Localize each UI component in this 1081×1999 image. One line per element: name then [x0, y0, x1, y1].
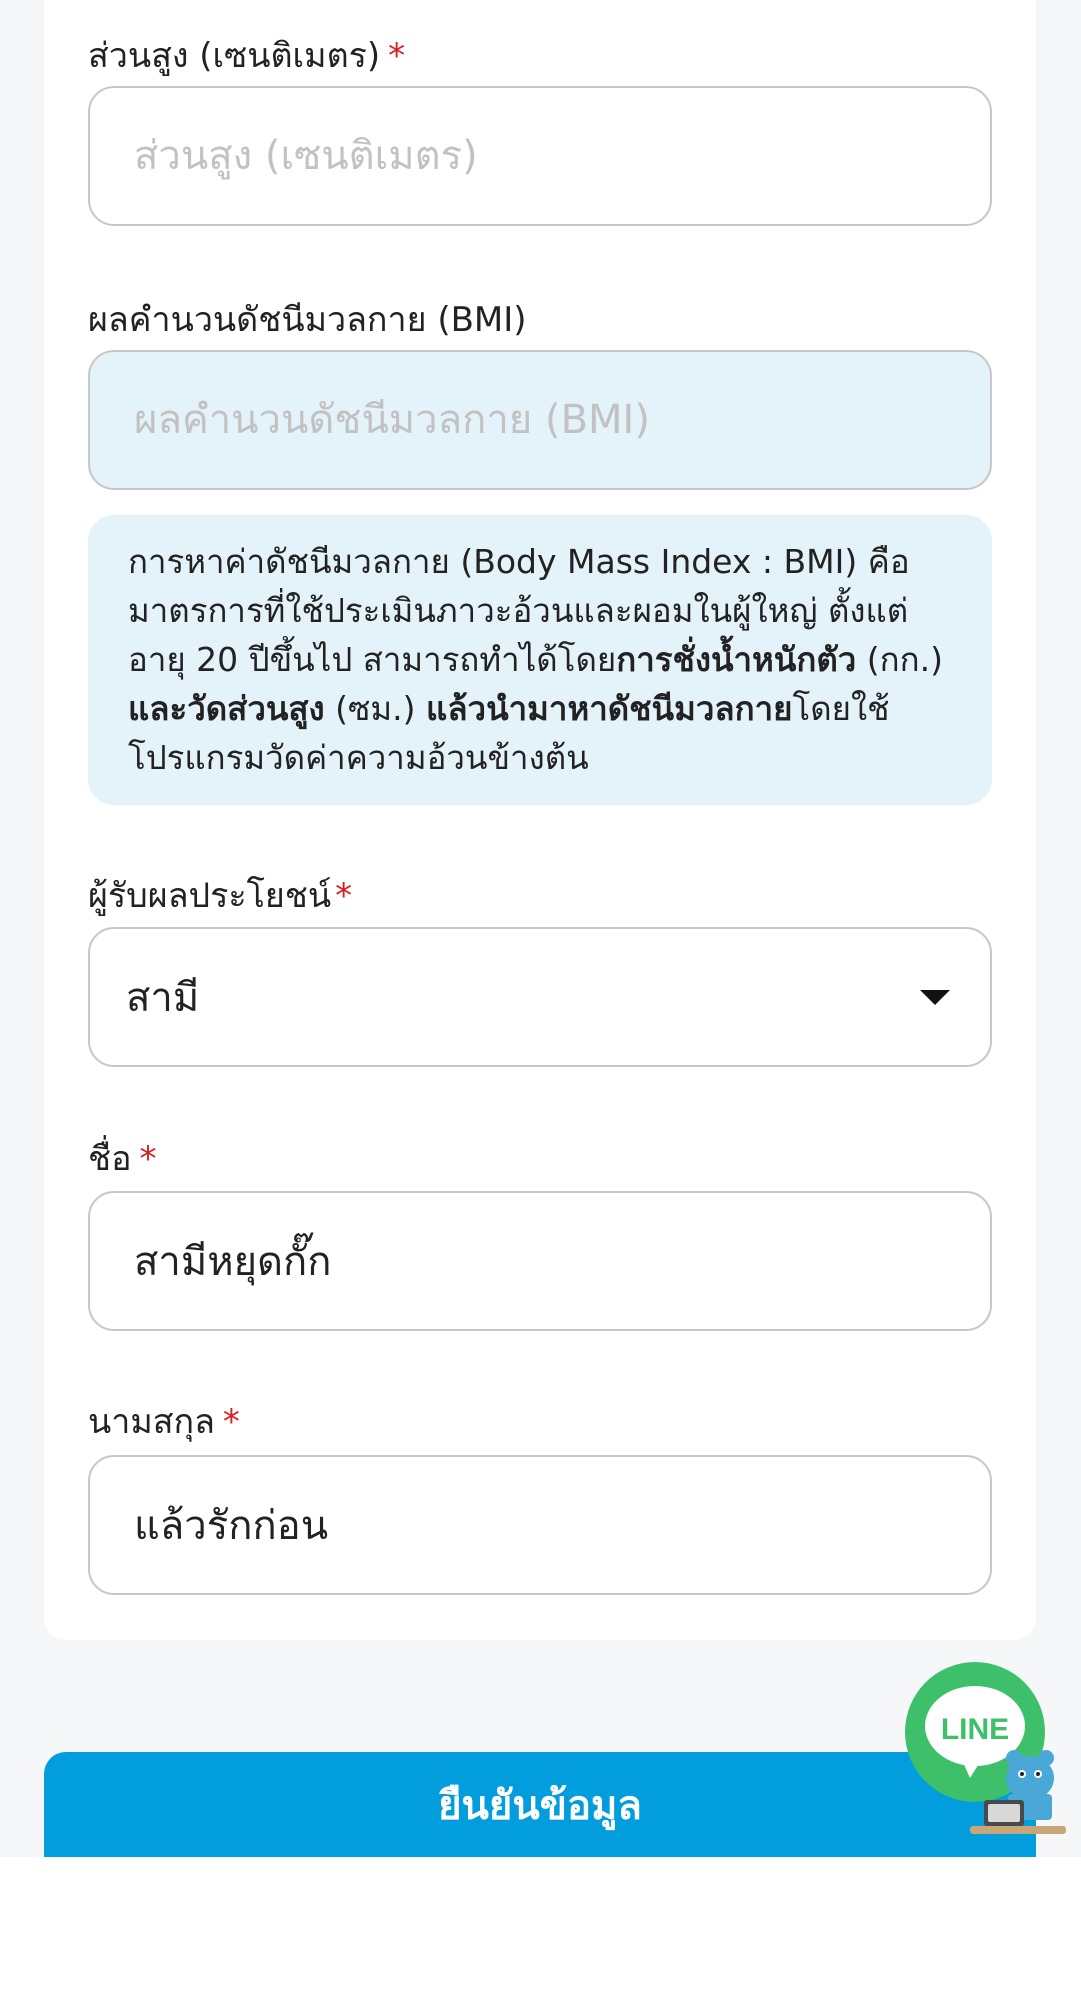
bmi-info-bold-height: และวัดส่วนสูง [128, 689, 325, 728]
bmi-info-bold-calc: แล้วนำมาหาดัชนีมวลกาย [426, 689, 793, 728]
caret-down-icon [920, 989, 950, 1005]
last-name-label-text: นามสกุล [88, 1402, 215, 1442]
beneficiary-selected-value: สามี [126, 975, 200, 1021]
line-logo-text: LINE [941, 1713, 1009, 1746]
first-name-label-text: ชื่อ [88, 1139, 132, 1179]
submit-button[interactable]: ยืนยันข้อมูล [44, 1752, 1036, 1857]
last-name-input[interactable] [88, 1455, 992, 1595]
bmi-info-bold-weigh: การชั่งน้ำหนักตัว [616, 640, 857, 679]
height-input[interactable] [88, 86, 992, 226]
line-chat-icon: LINE [905, 1662, 1066, 1834]
required-mark: * [388, 36, 406, 76]
beneficiary-label-text: ผู้รับผลประโยชน์ [88, 876, 332, 916]
required-mark: * [139, 1139, 157, 1179]
bmi-info-unit-kg: (กก.) [856, 640, 944, 679]
bmi-info-unit-cm: (ซม.) [324, 689, 427, 728]
beneficiary-label: ผู้รับผลประโยชน์ * [88, 868, 352, 922]
height-label: ส่วนสูง (เซนติเมตร) * [88, 28, 405, 82]
bmi-label-text: ผลคำนวนดัชนีมวลกาย (BMI) [88, 300, 527, 340]
required-mark: * [335, 876, 353, 916]
bmi-info-box: การหาค่าดัชนีมวลกาย (Body Mass Index : B… [88, 515, 992, 805]
first-name-input[interactable] [88, 1191, 992, 1331]
last-name-label: นามสกุล * [88, 1394, 240, 1448]
line-chat-widget[interactable]: LINE [900, 1660, 1070, 1840]
beneficiary-select[interactable]: สามี [88, 927, 992, 1067]
bmi-result-input[interactable] [88, 350, 992, 490]
height-label-text: ส่วนสูง (เซนติเมตร) [88, 36, 381, 76]
bmi-label: ผลคำนวนดัชนีมวลกาย (BMI) [88, 292, 527, 346]
first-name-label: ชื่อ * [88, 1131, 157, 1185]
required-mark: * [222, 1402, 240, 1442]
submit-button-label: ยืนยันข้อมูล [438, 1782, 642, 1829]
